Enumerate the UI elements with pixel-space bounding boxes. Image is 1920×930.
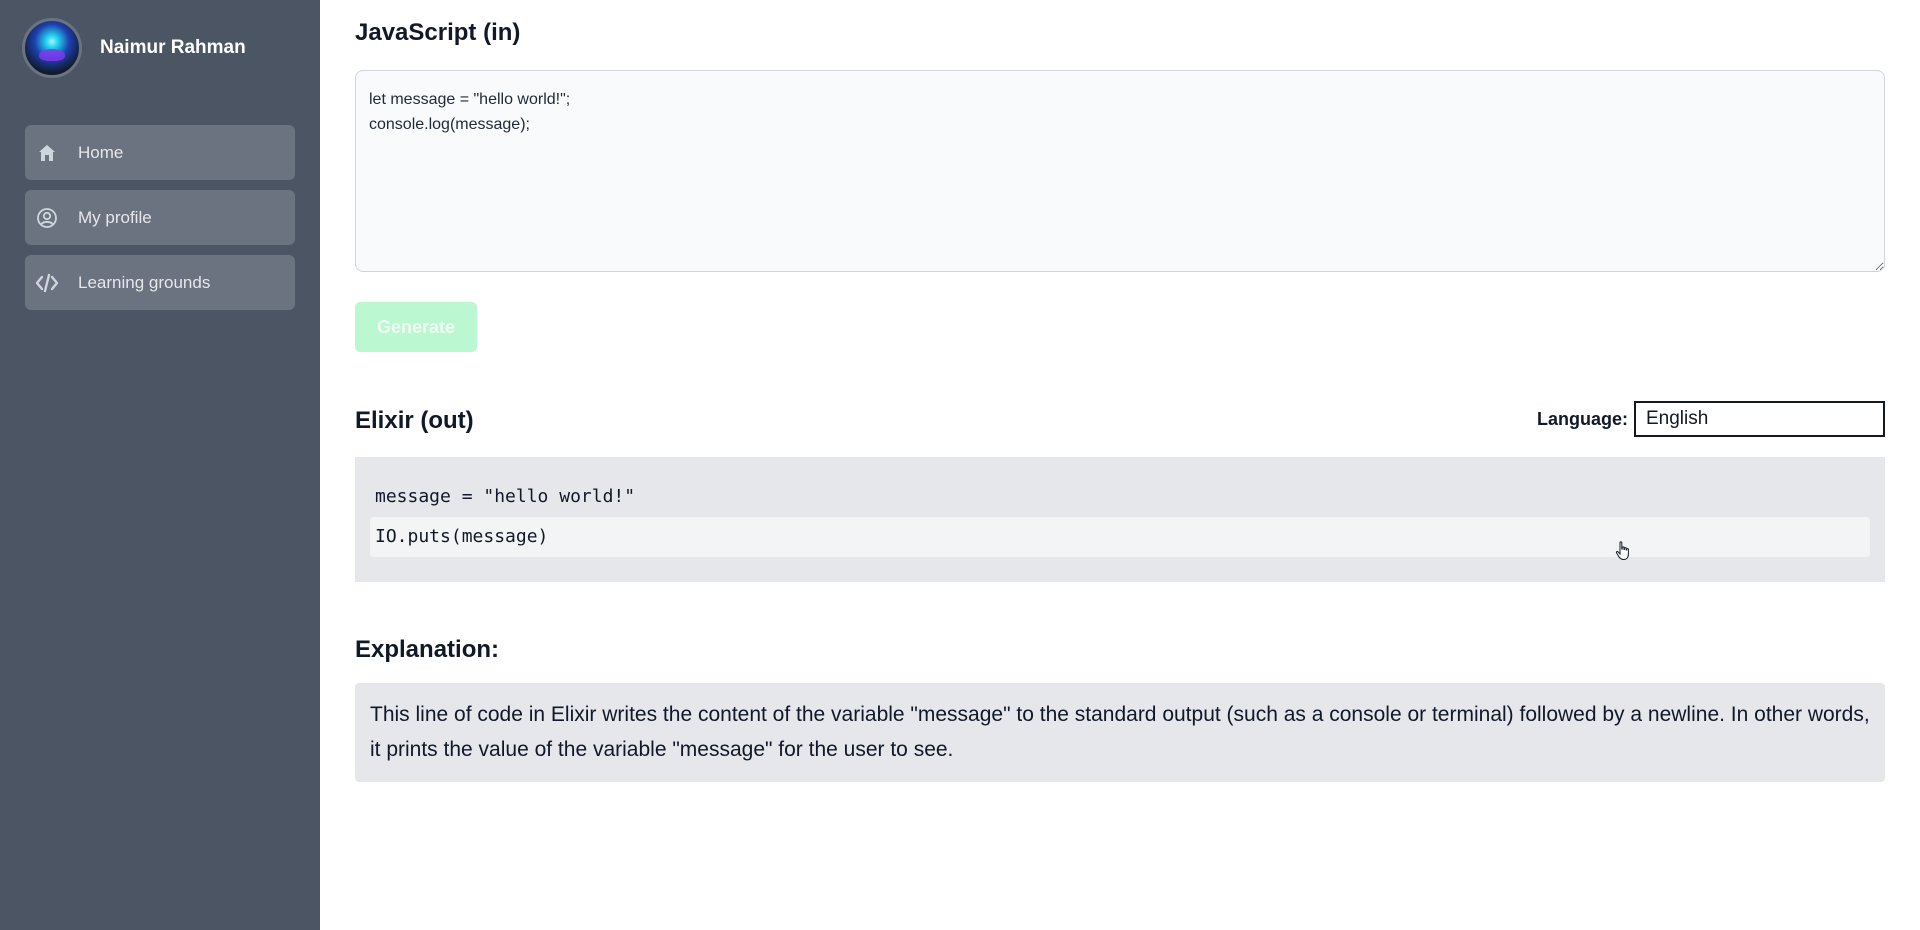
input-title: JavaScript (in) [355, 19, 521, 46]
code-input[interactable]: let message = "hello world!"; console.lo… [355, 70, 1885, 272]
user-circle-icon [35, 206, 59, 230]
output-title: Elixir (out) [355, 407, 474, 434]
sidebar-item-label: Home [78, 142, 124, 162]
sidebar-item-label: Learning grounds [78, 272, 211, 292]
sidebar-item-home[interactable]: Home [25, 125, 295, 180]
code-line: IO.puts(message) [370, 517, 1870, 557]
hand-pointer-icon [1615, 541, 1631, 566]
sidebar-item-my-profile[interactable]: My profile [25, 190, 295, 245]
language-label: Language: [1536, 408, 1628, 429]
explanation-text: This line of code in Elixir writes the c… [355, 683, 1885, 782]
language-selected-value: English [1646, 408, 1709, 429]
explanation-title: Explanation: [355, 636, 500, 663]
code-output: message = "hello world!" IO.puts(message… [355, 457, 1885, 582]
generate-button[interactable]: Generate [355, 302, 477, 352]
sidebar: Naimur Rahman Home My profile Learning g… [0, 0, 320, 930]
code-line: message = "hello world!" [375, 486, 636, 507]
home-icon [35, 141, 59, 165]
sidebar-item-label: My profile [78, 207, 152, 227]
profile-header: Naimur Rahman [22, 18, 246, 78]
sidebar-item-learning-grounds[interactable]: Learning grounds [25, 255, 295, 310]
language-select[interactable]: English [1634, 401, 1885, 437]
sidebar-nav: Home My profile Learning grounds [25, 125, 295, 320]
avatar[interactable] [22, 18, 82, 78]
language-control: Language: English [1537, 401, 1885, 437]
profile-name: Naimur Rahman [100, 37, 246, 58]
code-icon [35, 271, 59, 295]
